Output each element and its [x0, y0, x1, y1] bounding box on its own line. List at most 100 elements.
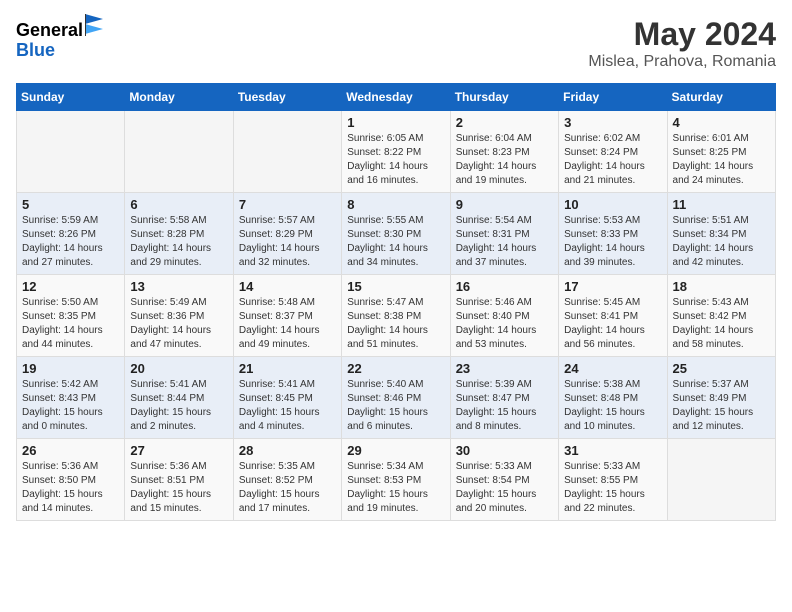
calendar-cell: 11Sunrise: 5:51 AM Sunset: 8:34 PM Dayli… [667, 193, 775, 275]
header-day-sunday: Sunday [17, 84, 125, 111]
day-info: Sunrise: 5:38 AM Sunset: 8:48 PM Dayligh… [564, 378, 661, 434]
header-day-thursday: Thursday [450, 84, 558, 111]
day-info: Sunrise: 5:36 AM Sunset: 8:50 PM Dayligh… [22, 460, 119, 516]
day-number: 9 [456, 197, 553, 212]
calendar-table: SundayMondayTuesdayWednesdayThursdayFrid… [16, 83, 776, 521]
day-number: 24 [564, 361, 661, 376]
calendar-cell: 5Sunrise: 5:59 AM Sunset: 8:26 PM Daylig… [17, 193, 125, 275]
calendar-cell [667, 439, 775, 521]
week-row-3: 12Sunrise: 5:50 AM Sunset: 8:35 PM Dayli… [17, 275, 776, 357]
day-info: Sunrise: 5:57 AM Sunset: 8:29 PM Dayligh… [239, 214, 336, 270]
day-info: Sunrise: 5:53 AM Sunset: 8:33 PM Dayligh… [564, 214, 661, 270]
header-day-friday: Friday [559, 84, 667, 111]
calendar-cell: 23 Sunrise: 5:39 AM Sunset: 8:47 PM Dayli… [450, 357, 558, 439]
header-row: SundayMondayTuesdayWednesdayThursdayFrid… [17, 84, 776, 111]
calendar-cell: 9 Sunrise: 5:54 AM Sunset: 8:31 PM Daylig… [450, 193, 558, 275]
day-number: 18 [673, 279, 770, 294]
logo-text: General Blue [16, 16, 103, 61]
week-row-5: 26 Sunrise: 5:36 AM Sunset: 8:50 PM Dayli… [17, 439, 776, 521]
day-number: 14 [239, 279, 336, 294]
calendar-cell: 26 Sunrise: 5:36 AM Sunset: 8:50 PM Dayli… [17, 439, 125, 521]
month-title: May 2024 [588, 16, 776, 53]
day-number: 10 [564, 197, 661, 212]
day-info: Sunrise: 5:43 AM Sunset: 8:42 PM Dayligh… [673, 296, 770, 352]
calendar-cell: 2 Sunrise: 6:04 AM Sunset: 8:23 PM Daylig… [450, 111, 558, 193]
day-info: Sunrise: 6:01 AM Sunset: 8:25 PM Dayligh… [673, 132, 770, 188]
calendar-cell: 1 Sunrise: 6:05 AM Sunset: 8:22 PM Daylig… [342, 111, 450, 193]
day-number: 15 [347, 279, 444, 294]
day-number: 23 [456, 361, 553, 376]
calendar-cell: 30 Sunrise: 5:33 AM Sunset: 8:54 PM Dayli… [450, 439, 558, 521]
calendar-cell: 21 Sunrise: 5:41 AM Sunset: 8:45 PM Dayli… [233, 357, 341, 439]
calendar-cell: 7 Sunrise: 5:57 AM Sunset: 8:29 PM Daylig… [233, 193, 341, 275]
calendar-header: SundayMondayTuesdayWednesdayThursdayFrid… [17, 84, 776, 111]
day-number: 4 [673, 115, 770, 130]
calendar-cell [125, 111, 233, 193]
day-number: 26 [22, 443, 119, 458]
calendar-cell: 10 Sunrise: 5:53 AM Sunset: 8:33 PM Dayli… [559, 193, 667, 275]
day-number: 22 [347, 361, 444, 376]
day-info: Sunrise: 5:42 AM Sunset: 8:43 PM Dayligh… [22, 378, 119, 434]
day-number: 28 [239, 443, 336, 458]
day-info: Sunrise: 5:51 AM Sunset: 8:34 PM Dayligh… [673, 214, 770, 270]
week-row-1: 1 Sunrise: 6:05 AM Sunset: 8:22 PM Daylig… [17, 111, 776, 193]
header-day-tuesday: Tuesday [233, 84, 341, 111]
day-info: Sunrise: 5:49 AM Sunset: 8:36 PM Dayligh… [130, 296, 227, 352]
calendar-cell: 24 Sunrise: 5:38 AM Sunset: 8:48 PM Dayli… [559, 357, 667, 439]
logo: General Blue [16, 16, 103, 61]
day-number: 13 [130, 279, 227, 294]
day-info: Sunrise: 5:35 AM Sunset: 8:52 PM Dayligh… [239, 460, 336, 516]
day-number: 8 [347, 197, 444, 212]
day-number: 16 [456, 279, 553, 294]
calendar-cell: 3 Sunrise: 6:02 AM Sunset: 8:24 PM Daylig… [559, 111, 667, 193]
week-row-2: 5Sunrise: 5:59 AM Sunset: 8:26 PM Daylig… [17, 193, 776, 275]
header-day-monday: Monday [125, 84, 233, 111]
day-info: Sunrise: 6:05 AM Sunset: 8:22 PM Dayligh… [347, 132, 444, 188]
day-info: Sunrise: 5:41 AM Sunset: 8:45 PM Dayligh… [239, 378, 336, 434]
day-number: 5 [22, 197, 119, 212]
calendar-cell: 13 Sunrise: 5:49 AM Sunset: 8:36 PM Dayli… [125, 275, 233, 357]
day-info: Sunrise: 5:37 AM Sunset: 8:49 PM Dayligh… [673, 378, 770, 434]
day-number: 6 [130, 197, 227, 212]
header-day-saturday: Saturday [667, 84, 775, 111]
day-info: Sunrise: 5:58 AM Sunset: 8:28 PM Dayligh… [130, 214, 227, 270]
day-number: 25 [673, 361, 770, 376]
day-number: 3 [564, 115, 661, 130]
day-info: Sunrise: 6:04 AM Sunset: 8:23 PM Dayligh… [456, 132, 553, 188]
day-info: Sunrise: 5:34 AM Sunset: 8:53 PM Dayligh… [347, 460, 444, 516]
day-info: Sunrise: 5:54 AM Sunset: 8:31 PM Dayligh… [456, 214, 553, 270]
calendar-cell: 28 Sunrise: 5:35 AM Sunset: 8:52 PM Dayli… [233, 439, 341, 521]
calendar-cell [233, 111, 341, 193]
calendar-cell: 31 Sunrise: 5:33 AM Sunset: 8:55 PM Dayli… [559, 439, 667, 521]
page-header: General Blue May 2024 Mislea, Prahova, R… [16, 16, 776, 71]
calendar-cell: 15 Sunrise: 5:47 AM Sunset: 8:38 PM Dayli… [342, 275, 450, 357]
day-number: 7 [239, 197, 336, 212]
day-info: Sunrise: 5:33 AM Sunset: 8:54 PM Dayligh… [456, 460, 553, 516]
calendar-cell: 25 Sunrise: 5:37 AM Sunset: 8:49 PM Dayli… [667, 357, 775, 439]
day-info: Sunrise: 5:41 AM Sunset: 8:44 PM Dayligh… [130, 378, 227, 434]
calendar-cell: 12Sunrise: 5:50 AM Sunset: 8:35 PM Dayli… [17, 275, 125, 357]
day-info: Sunrise: 5:40 AM Sunset: 8:46 PM Dayligh… [347, 378, 444, 434]
calendar-cell: 14Sunrise: 5:48 AM Sunset: 8:37 PM Dayli… [233, 275, 341, 357]
calendar-cell: 4 Sunrise: 6:01 AM Sunset: 8:25 PM Daylig… [667, 111, 775, 193]
calendar-cell: 17Sunrise: 5:45 AM Sunset: 8:41 PM Dayli… [559, 275, 667, 357]
calendar-cell: 8Sunrise: 5:55 AM Sunset: 8:30 PM Daylig… [342, 193, 450, 275]
day-number: 2 [456, 115, 553, 130]
day-info: Sunrise: 5:45 AM Sunset: 8:41 PM Dayligh… [564, 296, 661, 352]
title-block: May 2024 Mislea, Prahova, Romania [588, 16, 776, 71]
day-number: 21 [239, 361, 336, 376]
day-number: 1 [347, 115, 444, 130]
day-info: Sunrise: 5:39 AM Sunset: 8:47 PM Dayligh… [456, 378, 553, 434]
day-number: 30 [456, 443, 553, 458]
calendar-cell: 6 Sunrise: 5:58 AM Sunset: 8:28 PM Daylig… [125, 193, 233, 275]
day-info: Sunrise: 5:47 AM Sunset: 8:38 PM Dayligh… [347, 296, 444, 352]
day-number: 31 [564, 443, 661, 458]
calendar-cell: 29Sunrise: 5:34 AM Sunset: 8:53 PM Dayli… [342, 439, 450, 521]
day-info: Sunrise: 5:50 AM Sunset: 8:35 PM Dayligh… [22, 296, 119, 352]
day-info: Sunrise: 5:46 AM Sunset: 8:40 PM Dayligh… [456, 296, 553, 352]
day-info: Sunrise: 5:36 AM Sunset: 8:51 PM Dayligh… [130, 460, 227, 516]
calendar-body: 1 Sunrise: 6:05 AM Sunset: 8:22 PM Daylig… [17, 111, 776, 521]
day-info: Sunrise: 6:02 AM Sunset: 8:24 PM Dayligh… [564, 132, 661, 188]
day-info: Sunrise: 5:33 AM Sunset: 8:55 PM Dayligh… [564, 460, 661, 516]
calendar-cell: 20Sunrise: 5:41 AM Sunset: 8:44 PM Dayli… [125, 357, 233, 439]
